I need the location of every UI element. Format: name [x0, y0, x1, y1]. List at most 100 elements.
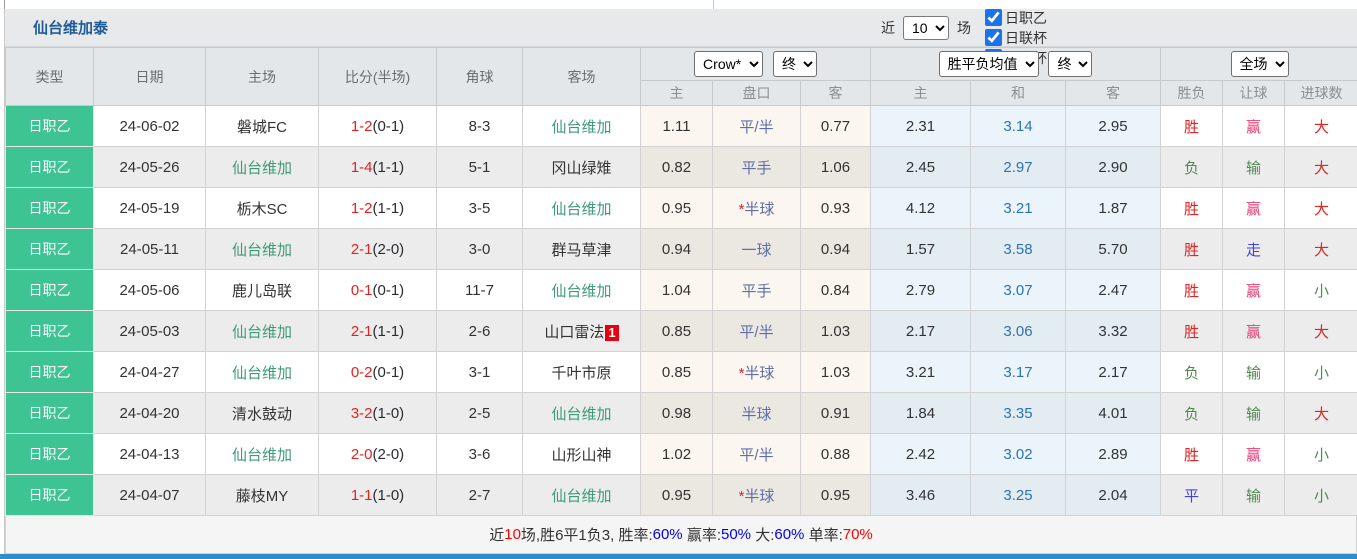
league-type-cell: 日职乙: [6, 147, 94, 188]
col-corners: 角球: [437, 48, 523, 106]
avg-draw-value: 3.58: [971, 229, 1066, 270]
league-type-cell: 日职乙: [6, 475, 94, 516]
league-filter-checkbox[interactable]: [985, 9, 1002, 26]
away-team: 山口雷法1: [523, 311, 641, 352]
fulltime-score: 1-2: [351, 118, 373, 135]
halftime-score: (1-0): [373, 405, 405, 422]
result-outcome: 胜: [1161, 434, 1223, 475]
score-cell: 2-0(2-0): [319, 434, 437, 475]
odds-away-value: 0.95: [801, 475, 871, 516]
away-team: 仙台维加: [523, 393, 641, 434]
corners-cell: 11-7: [437, 270, 523, 311]
avg-away-value: 3.32: [1066, 311, 1161, 352]
handicap-line: 平/半: [713, 311, 801, 352]
away-team: 群马草津: [523, 229, 641, 270]
summary-segment: 50%: [721, 526, 751, 543]
score-cell: 2-1(1-1): [319, 311, 437, 352]
handicap-line: 平/半: [713, 434, 801, 475]
league-filter-1[interactable]: 日职乙: [975, 8, 1047, 28]
odds-away-value: 0.91: [801, 393, 871, 434]
corners-cell: 2-5: [437, 393, 523, 434]
avg-draw-value: 3.17: [971, 352, 1066, 393]
table-row: 日职乙 24-05-11 仙台维加 2-1(2-0) 3-0 群马草津 0.94…: [6, 229, 1357, 270]
home-team: 仙台维加: [206, 311, 319, 352]
avg-draw-value: 3.21: [971, 188, 1066, 229]
odds-company-select[interactable]: Crow*: [694, 51, 763, 77]
match-date: 24-04-27: [94, 352, 206, 393]
odds-away-value: 0.84: [801, 270, 871, 311]
odds-home-value: 1.11: [641, 106, 713, 147]
handicap-line: 一球: [713, 229, 801, 270]
league-filter-checkbox[interactable]: [985, 29, 1002, 46]
summary-segment: 单率:: [804, 524, 842, 545]
summary-segment: 10: [504, 526, 521, 543]
col-odds-home: 主: [641, 81, 713, 106]
match-count-select[interactable]: 10: [903, 16, 949, 40]
result-outcome: 胜: [1161, 311, 1223, 352]
summary-segment: 70%: [843, 526, 873, 543]
avg-away-value: 2.47: [1066, 270, 1161, 311]
handicap-line: *半球: [713, 188, 801, 229]
result-goals: 小: [1285, 475, 1357, 516]
table-row: 日职乙 24-05-26 仙台维加 1-4(1-1) 5-1 冈山绿雉 0.82…: [6, 147, 1357, 188]
bottom-scrollbar[interactable]: [0, 554, 1357, 559]
result-goals: 大: [1285, 311, 1357, 352]
col-score: 比分(半场): [319, 48, 437, 106]
summary-segment: 60%: [774, 526, 804, 543]
stats-panel: 仙台维加泰 近 10 场 同客日职乙日联杯日皇杯 类型 日期 主场 比分(半场)…: [4, 9, 1357, 554]
table-row: 日职乙 24-05-06 鹿儿岛联 0-1(0-1) 11-7 仙台维加 1.0…: [6, 270, 1357, 311]
avg-home-value: 2.45: [871, 147, 971, 188]
summary-segment: 大:: [751, 524, 774, 545]
away-team: 冈山绿雉: [523, 147, 641, 188]
avg-draw-value: 3.07: [971, 270, 1066, 311]
league-filter-2[interactable]: 日联杯: [975, 28, 1047, 48]
fulltime-score: 1-1: [351, 487, 373, 504]
league-type-cell: 日职乙: [6, 393, 94, 434]
handicap-line: 半球: [713, 393, 801, 434]
result-handicap: 输: [1223, 475, 1285, 516]
match-date: 24-04-07: [94, 475, 206, 516]
home-team: 栃木SC: [206, 188, 319, 229]
corners-cell: 3-0: [437, 229, 523, 270]
result-outcome: 胜: [1161, 270, 1223, 311]
handicap-line: 平手: [713, 147, 801, 188]
league-filter-label: 日职乙: [1005, 8, 1047, 28]
score-cell: 0-2(0-1): [319, 352, 437, 393]
scope-select[interactable]: 全场: [1231, 51, 1289, 77]
odds-away-value: 0.88: [801, 434, 871, 475]
avg-away-value: 2.95: [1066, 106, 1161, 147]
corners-cell: 3-6: [437, 434, 523, 475]
avg-draw-value: 3.14: [971, 106, 1066, 147]
result-handicap: 赢: [1223, 311, 1285, 352]
corners-cell: 2-7: [437, 475, 523, 516]
summary-segment: 60%: [653, 526, 683, 543]
away-team: 仙台维加: [523, 270, 641, 311]
summary-segment: 场,胜6平1负3, 胜率:: [521, 524, 653, 545]
avg-stage-select[interactable]: 终: [1048, 51, 1092, 77]
odds-home-value: 0.85: [641, 311, 713, 352]
odds-away-value: 0.94: [801, 229, 871, 270]
home-team: 仙台维加: [206, 147, 319, 188]
match-date: 24-04-20: [94, 393, 206, 434]
avg-home-value: 4.12: [871, 188, 971, 229]
handicap-line: 平手: [713, 270, 801, 311]
odds-selects-cell: Crow* 终: [641, 48, 871, 81]
league-type-cell: 日职乙: [6, 311, 94, 352]
odds-stage-select[interactable]: 终: [773, 51, 817, 77]
table-row: 日职乙 24-04-07 藤枝MY 1-1(1-0) 2-7 仙台维加 0.95…: [6, 475, 1357, 516]
table-row: 日职乙 24-04-20 清水鼓动 3-2(1-0) 2-5 仙台维加 0.98…: [6, 393, 1357, 434]
avg-type-select[interactable]: 胜平负均值: [939, 51, 1039, 77]
result-handicap: 赢: [1223, 270, 1285, 311]
result-handicap: 赢: [1223, 106, 1285, 147]
odds-home-value: 0.82: [641, 147, 713, 188]
away-team: 千叶市原: [523, 352, 641, 393]
top-divider: [713, 0, 714, 9]
result-outcome: 负: [1161, 393, 1223, 434]
league-filter-label: 日联杯: [1005, 28, 1047, 48]
corners-cell: 5-1: [437, 147, 523, 188]
col-avg-away: 客: [1066, 81, 1161, 106]
summary-footer: 近10场,胜6平1负3, 胜率:60% 赢率:50% 大:60% 单率:70%: [5, 516, 1357, 554]
odds-away-value: 1.03: [801, 311, 871, 352]
fulltime-score: 0-2: [351, 364, 373, 381]
avg-home-value: 3.46: [871, 475, 971, 516]
